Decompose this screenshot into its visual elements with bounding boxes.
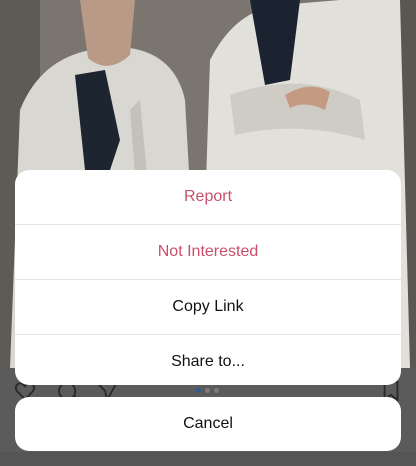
copy-link-button[interactable]: Copy Link <box>15 280 401 335</box>
carousel-dot <box>205 388 210 393</box>
share-to-button[interactable]: Share to... <box>15 335 401 385</box>
carousel-indicator <box>196 388 219 393</box>
tab-bar <box>0 452 416 466</box>
not-interested-button[interactable]: Not Interested <box>15 225 401 280</box>
report-button[interactable]: Report <box>15 170 401 225</box>
cancel-button[interactable]: Cancel <box>15 397 401 451</box>
carousel-dot <box>196 388 201 393</box>
action-sheet: Report Not Interested Copy Link Share to… <box>15 170 401 385</box>
carousel-dot <box>214 388 219 393</box>
